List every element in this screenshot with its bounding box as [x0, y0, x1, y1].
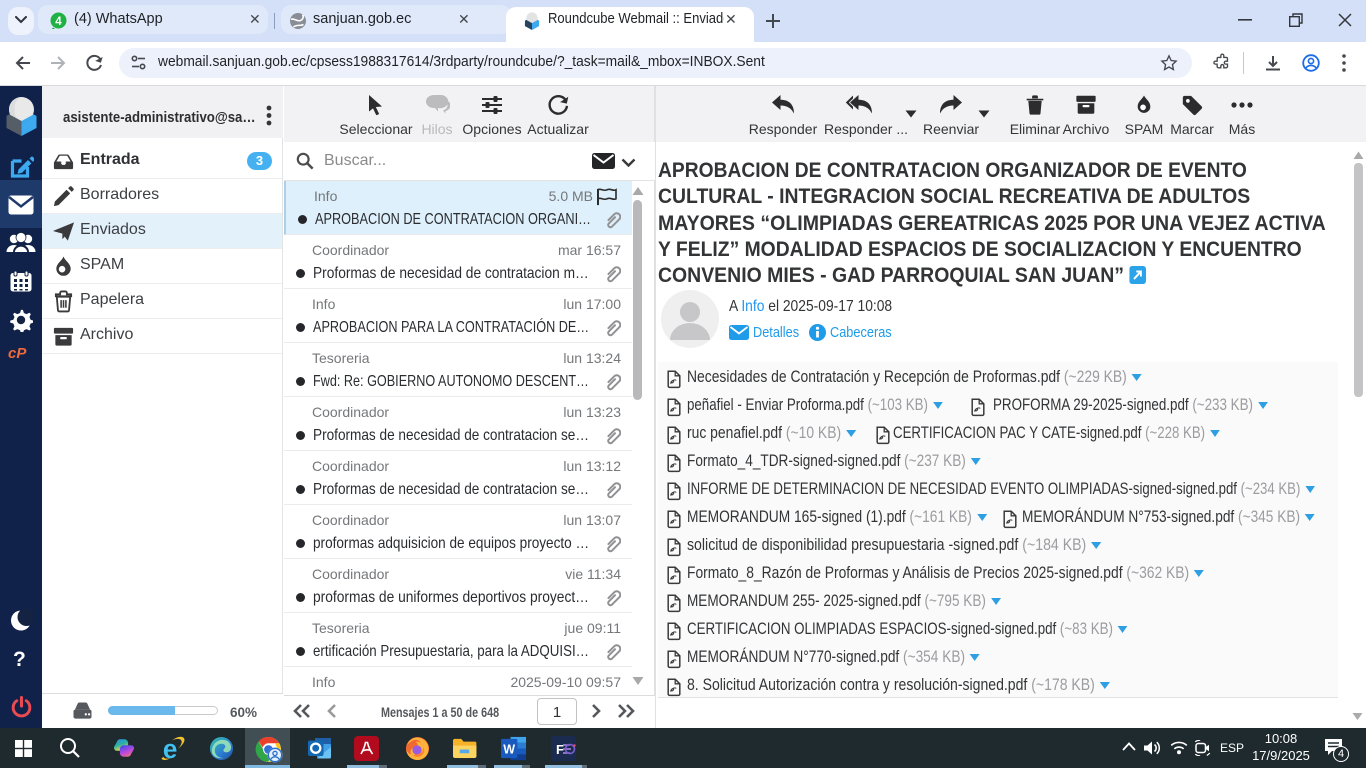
svg-text:4: 4	[55, 16, 62, 28]
svg-text:F: F	[556, 742, 564, 757]
svg-text:W: W	[503, 742, 515, 756]
